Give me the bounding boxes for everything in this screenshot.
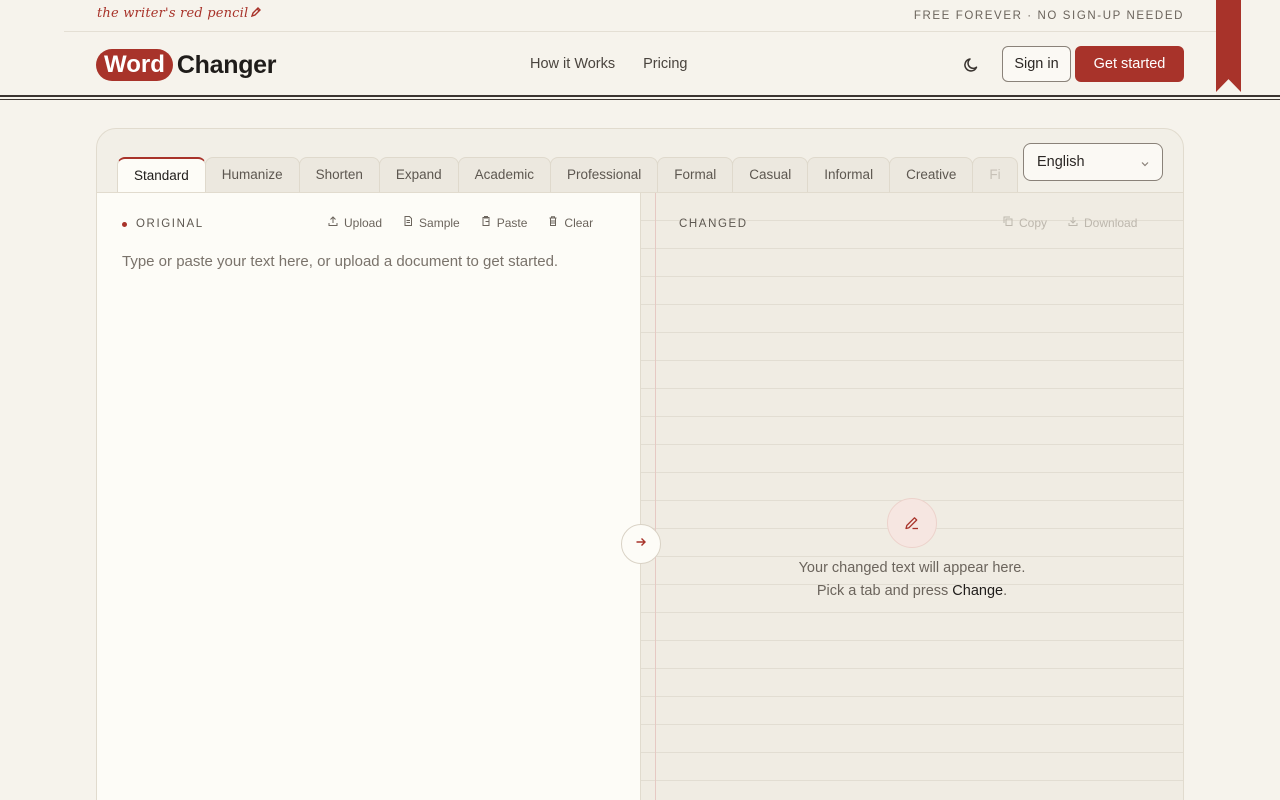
empty-state-line1: Your changed text will appear here. (798, 560, 1026, 576)
copy-button[interactable]: Copy (1002, 215, 1047, 230)
tab-professional[interactable]: Professional (549, 157, 659, 192)
download-button[interactable]: Download (1067, 215, 1137, 230)
tab-formal[interactable]: Formal (657, 157, 734, 192)
tab-standard[interactable]: Standard (117, 157, 206, 192)
main-nav: How it Works Pricing (530, 56, 687, 72)
tab-shorten[interactable]: Shorten (298, 157, 380, 192)
sample-button[interactable]: Sample (402, 215, 460, 230)
pencil-icon (250, 6, 262, 22)
tab-creative[interactable]: Creative (889, 157, 974, 192)
change-button[interactable] (621, 524, 661, 564)
mode-tabs: Standard Humanize Shorten Expand Academi… (117, 157, 1019, 192)
original-label-text: ORIGINAL (136, 218, 204, 230)
trash-icon (547, 215, 559, 230)
logo[interactable]: Word Changer (96, 49, 277, 81)
empty-state-action: Change (952, 583, 1004, 599)
tab-academic[interactable]: Academic (457, 157, 551, 192)
language-select[interactable]: English (1023, 143, 1163, 181)
upload-label: Upload (344, 215, 383, 230)
copy-icon (1002, 215, 1014, 230)
chevron-down-icon (1140, 157, 1150, 173)
changed-label-text: CHANGED (679, 218, 748, 230)
logo-changer: Changer (176, 50, 277, 79)
status-dot (122, 221, 127, 227)
site-header: Word Changer How it Works Pricing Sign i… (0, 32, 1280, 98)
nav-how-it-works[interactable]: How it Works (530, 56, 615, 72)
empty-state-prefix: Pick a tab and press (816, 583, 953, 599)
paste-button[interactable]: Paste (480, 215, 528, 230)
changed-tools: Copy Download (1002, 215, 1137, 230)
language-value: English (1037, 154, 1085, 170)
clear-button[interactable]: Clear (547, 215, 593, 230)
clipboard-icon (480, 215, 492, 230)
moon-icon[interactable] (962, 55, 982, 75)
original-text-input[interactable]: Type or paste your text here, or upload … (122, 253, 558, 270)
paste-label: Paste (496, 215, 528, 230)
get-started-button[interactable]: Get started (1075, 46, 1184, 82)
top-strip: the writer's red pencil FREE FOREVER · N… (64, 0, 1216, 32)
empty-state-suffix: . (1003, 583, 1008, 599)
tab-expand[interactable]: Expand (378, 157, 459, 192)
empty-state-message: Your changed text will appear here. Pick… (791, 557, 1033, 603)
margin-line (655, 193, 656, 800)
download-label: Download (1084, 215, 1138, 230)
copy-label: Copy (1019, 215, 1048, 230)
tab-casual[interactable]: Casual (732, 157, 809, 192)
tab-truncated[interactable]: Fi (972, 157, 1019, 192)
editor-card: Standard Humanize Shorten Expand Academi… (96, 128, 1184, 800)
tagline-text: the writer's red pencil (97, 6, 249, 21)
changed-label: CHANGED (679, 218, 748, 230)
original-panel[interactable]: ORIGINAL Upload Sample Paste Clear Type … (97, 193, 641, 800)
original-label: ORIGINAL (122, 218, 204, 230)
editor-panels: ORIGINAL Upload Sample Paste Clear Type … (97, 192, 1183, 800)
empty-state-line2: Pick a tab and press Change. (791, 580, 1033, 603)
header-rule (0, 95, 1280, 97)
nav-pricing[interactable]: Pricing (643, 56, 687, 72)
upload-icon (327, 215, 339, 230)
sample-label: Sample (419, 215, 460, 230)
pen-icon (887, 498, 937, 548)
sign-in-button[interactable]: Sign in (1002, 46, 1071, 82)
logo-word: Word (96, 49, 173, 81)
document-icon (402, 215, 414, 230)
tab-informal[interactable]: Informal (807, 157, 891, 192)
clear-label: Clear (564, 215, 594, 230)
changed-panel: CHANGED Copy Download Your changed text … (641, 193, 1183, 800)
upload-button[interactable]: Upload (327, 215, 382, 230)
tagline: the writer's red pencil (97, 6, 262, 22)
tab-humanize[interactable]: Humanize (204, 157, 300, 192)
header-rule-thin (0, 99, 1280, 100)
arrow-right-icon (634, 535, 648, 554)
download-icon (1067, 215, 1079, 230)
original-tools: Upload Sample Paste Clear (327, 215, 593, 230)
free-forever-badge: FREE FOREVER · NO SIGN-UP NEEDED (913, 10, 1184, 22)
